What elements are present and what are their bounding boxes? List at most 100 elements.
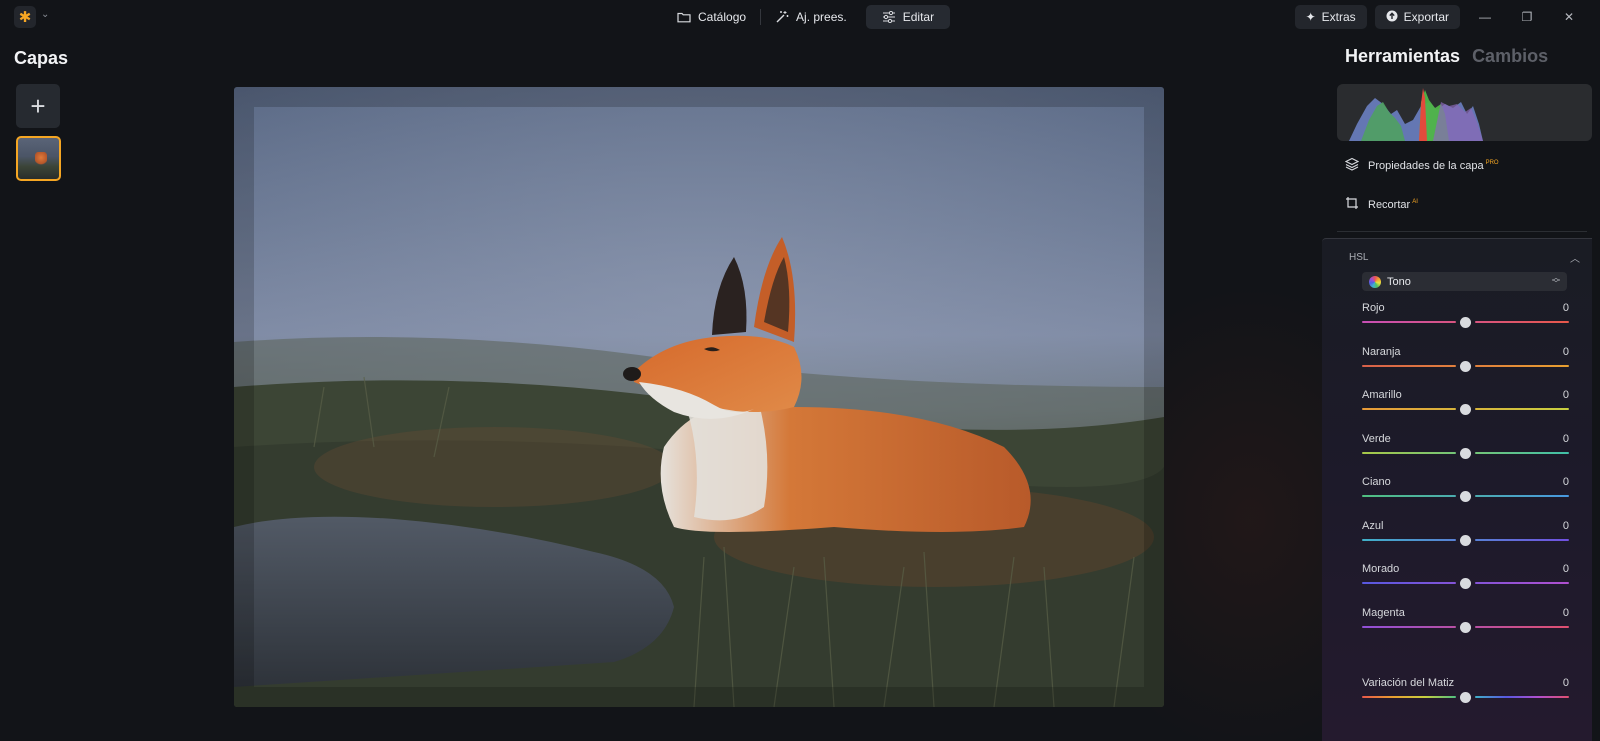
nav-divider [760,9,762,25]
slider-label: Variación del Matiz [1362,677,1455,689]
chevron-down-icon[interactable]: ⌄ [41,9,49,20]
tab-tools[interactable]: Herramientas [1345,46,1460,67]
hsl-mode-value: Tono [1387,275,1411,288]
track-right [1475,408,1569,410]
slider-value: 0 [1562,606,1569,619]
sparkle-icon: ✦ [1305,10,1316,24]
tab-changes[interactable]: Cambios [1472,46,1548,67]
restore-icon[interactable]: ❐ [1510,5,1544,29]
track-right [1475,364,1569,367]
crop-tool[interactable]: Recortar AI [1345,196,1418,213]
slider-thumb[interactable] [1460,404,1471,415]
fox-photo [234,87,1164,707]
track-right [1475,625,1569,628]
slider-label: Rojo [1362,302,1385,314]
track-left [1362,538,1456,541]
layers-icon [1344,157,1360,174]
minimize-icon[interactable]: — [1468,5,1502,29]
slider-thumb[interactable] [1460,447,1471,459]
hsl-mode-select[interactable]: Tono ︿ ﹀ [1362,272,1567,291]
track-left [1362,408,1456,410]
slider-magenta[interactable]: Magenta 0 [1362,607,1569,637]
select-arrows-icon: ︿ ﹀ [1552,273,1560,288]
track-left [1362,582,1456,584]
close-icon[interactable]: ✕ [1552,5,1586,29]
slider-thumb[interactable] [1460,360,1471,372]
slider-rojo[interactable]: Rojo 0 [1362,302,1569,332]
track-right [1475,451,1569,454]
slider-thumb[interactable] [1460,491,1471,502]
slider-value: 0 [1562,677,1569,689]
track-left [1362,495,1456,497]
export-label: Exportar [1403,10,1449,24]
plus-icon: + [30,90,46,121]
slider-label: Ciano [1362,476,1391,488]
window-actions: ✦ Extras Exportar — ❐ ✕ [1294,5,1586,29]
layer-properties-tool[interactable]: Propiedades de la capa PRO [1344,157,1499,174]
track-left [1362,451,1456,454]
slider-verde[interactable]: Verde 0 [1362,433,1569,463]
hsl-header[interactable]: HSL [1349,252,1368,263]
slider-value: 0 [1562,345,1569,358]
track-left [1362,321,1456,323]
slider-azul[interactable]: Azul 0 [1362,520,1569,550]
panel-tabs: Herramientas Cambios [1345,46,1548,67]
export-button[interactable]: Exportar [1374,5,1460,29]
panel-divider [1337,231,1587,232]
track-right [1475,696,1569,698]
hsl-panel: HSL ︿ Tono ︿ ﹀ Rojo 0 Naranja 0 Amarillo 0 Verd… [1322,238,1592,741]
thumbnail-image [35,152,47,166]
crop-icon [1345,196,1359,213]
slider-thumb[interactable] [1460,534,1471,546]
slider-label: Naranja [1362,345,1401,358]
chevron-up-icon[interactable]: ︿ [1570,250,1580,265]
nav-edit-button[interactable]: Editar [865,5,951,29]
top-bar: ✱ ⌄ Catálogo Aj. prees. Editar ✦ Extras [0,0,1600,34]
layer-thumbnail[interactable] [16,136,61,181]
photo-canvas[interactable] [234,87,1164,707]
track-left [1362,364,1456,367]
slider-label: Verde [1362,432,1391,445]
color-wheel-icon [1369,275,1381,288]
crop-label: Recortar [1368,198,1411,211]
slider-value: 0 [1562,519,1569,532]
nav-presets-label: Aj. prees. [796,10,847,24]
track-left [1362,696,1456,698]
slider-value: 0 [1562,302,1569,314]
slider-ciano[interactable]: Ciano 0 [1362,476,1569,506]
nav-edit-label: Editar [902,10,935,24]
layer-properties-label: Propiedades de la capa [1368,159,1484,172]
slider-naranja[interactable]: Naranja 0 [1362,346,1569,376]
nav-catalog-button[interactable]: Catálogo [667,5,756,29]
main-nav: Catálogo Aj. prees. Editar [667,5,951,29]
slider-label: Magenta [1362,606,1405,619]
histogram [1337,84,1592,141]
track-left [1362,625,1456,628]
extras-label: Extras [1321,10,1356,24]
layers-title: Capas [14,48,69,68]
slider-value: 0 [1562,432,1569,445]
ai-badge: AI [1412,198,1418,205]
add-layer-button[interactable]: + [16,84,60,128]
folder-icon [677,10,691,24]
slider-morado[interactable]: Morado 0 [1362,563,1569,593]
slider-value: 0 [1562,476,1569,488]
track-right [1475,582,1569,584]
slider-thumb[interactable] [1460,692,1471,703]
track-right [1475,538,1569,541]
hue-shift-slider[interactable]: Variación del Matiz 0 [1362,677,1569,707]
slider-thumb[interactable] [1460,621,1471,633]
extras-button[interactable]: ✦ Extras [1294,5,1367,29]
pro-badge: PRO [1485,159,1499,166]
histogram-graph [1349,88,1483,141]
slider-thumb[interactable] [1460,317,1471,328]
track-right [1475,495,1569,497]
slider-amarillo[interactable]: Amarillo 0 [1362,389,1569,419]
nav-presets-button[interactable]: Aj. prees. [765,5,857,29]
app-logo-icon[interactable]: ✱ [14,6,36,28]
magic-wand-icon [775,10,789,24]
slider-value: 0 [1562,563,1569,575]
slider-thumb[interactable] [1460,578,1471,589]
nav-catalog-label: Catálogo [698,10,747,24]
slider-label: Morado [1362,563,1400,575]
